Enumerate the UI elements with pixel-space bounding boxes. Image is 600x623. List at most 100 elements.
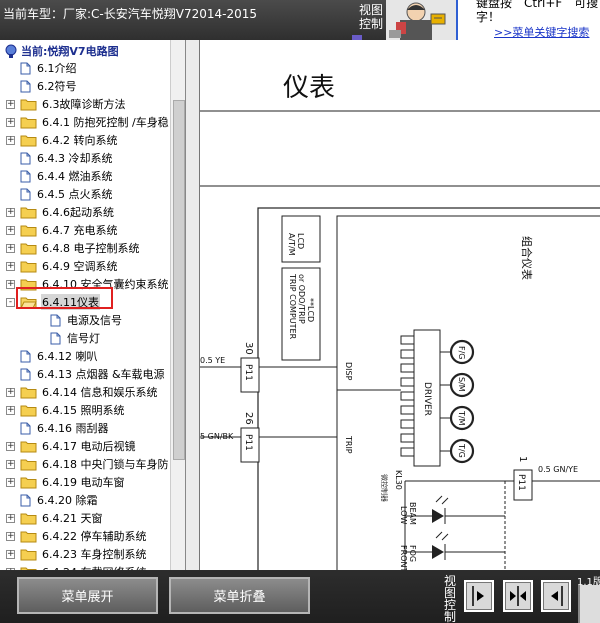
gauge-speed: S/M (449, 372, 475, 398)
folder-icon (20, 531, 37, 542)
tree-item-label: 6.4.15 照明系统 (42, 404, 125, 417)
tree-item[interactable]: 6.4.12 喇叭 (6, 347, 98, 365)
tree-item[interactable]: 6.4.20 除霜 (6, 491, 98, 509)
tree-item[interactable]: 6.1介绍 (6, 59, 78, 77)
tree-item[interactable]: 6.4.4 燃油系统 (6, 167, 114, 185)
tree-item-label: 6.2符号 (37, 80, 77, 93)
tree-item[interactable]: 电源及信号 (36, 311, 123, 329)
tree-item[interactable]: 信号灯 (36, 329, 101, 347)
view-split-button[interactable] (503, 580, 533, 612)
menu-tree[interactable]: 当前:悦翔V7电路图 6.1介绍 6.2符号 +6.3故障诊断方法 +6.4.1 防抱… (0, 40, 186, 570)
document-icon (20, 80, 31, 92)
expand-toggle-icon[interactable]: + (6, 207, 15, 217)
diagram-title: 仪表 (283, 73, 335, 103)
view-control-toggle[interactable]: 视图控制 (356, 3, 386, 31)
expand-menu-button[interactable]: 菜单展开 (17, 577, 158, 614)
tree-item[interactable]: +6.4.14 信息和娱乐系统 (6, 383, 158, 401)
svg-text:T/G: T/G (457, 443, 466, 458)
expand-toggle-icon[interactable]: + (6, 405, 15, 415)
split-arrows-icon (510, 586, 526, 606)
tree-item[interactable]: 6.2符号 (6, 77, 78, 95)
tree-item[interactable]: +6.4.8 电子控制系统 (6, 239, 141, 257)
tree-item-label: 6.4.16 雨刮器 (37, 422, 109, 435)
tree-item-label: 6.4.1 防抱死控制 /车身稳 (42, 116, 169, 129)
menu-keyword-search-link[interactable]: >>菜单关键字搜索 (494, 24, 589, 40)
expand-toggle-icon[interactable]: + (6, 477, 15, 487)
pin-number-30: 30 (243, 342, 254, 355)
tree-item[interactable]: +6.4.9 空调系统 (6, 257, 119, 275)
tree-item[interactable]: +6.4.17 电动后视镜 (6, 437, 136, 455)
tree-item-label: 6.4.9 空调系统 (42, 260, 118, 273)
document-icon (20, 170, 31, 182)
lcd-atm-line1: LCD (296, 233, 305, 249)
tree-item-label: 6.4.5 点火系统 (37, 188, 113, 201)
low-beam-led-icon (405, 495, 505, 524)
folder-icon (20, 441, 37, 452)
folder-icon (20, 459, 37, 470)
view-left-button[interactable] (464, 580, 494, 612)
folder-icon (20, 243, 37, 254)
driver-label: DRIVER (422, 382, 432, 416)
wire-label-c: 0.5 GN/YE (538, 465, 578, 474)
wiring-diagram-sheet: 仪表 组合仪表 LCD A/T/M **LCD or ODO/TRIP TRIP… (199, 40, 600, 570)
expand-toggle-icon[interactable]: + (6, 261, 15, 271)
document-icon (20, 188, 31, 200)
tree-item[interactable]: +6.4.24 车载网络系统 (6, 563, 147, 570)
collapse-toggle-icon[interactable]: - (6, 297, 15, 307)
tree-item[interactable]: 6.4.13 点烟器 &车载电源 (6, 365, 166, 383)
expand-toggle-icon[interactable]: + (6, 531, 15, 541)
collapse-menu-button[interactable]: 菜单折叠 (169, 577, 310, 614)
tree-item-label: 6.4.8 电子控制系统 (42, 242, 140, 255)
tree-root[interactable]: 当前:悦翔V7电路图 (4, 43, 119, 59)
front-fog-led-icon (405, 531, 505, 560)
tree-item[interactable]: 6.4.5 点火系统 (6, 185, 114, 203)
expand-toggle-icon[interactable]: + (6, 459, 15, 469)
kl30-label: KL30 (394, 470, 403, 490)
tree-item[interactable]: 6.4.16 雨刮器 (6, 419, 109, 437)
tree-scroll-thumb[interactable] (173, 100, 185, 460)
tree-item-label: 6.4.18 中央门锁与车身防 (42, 458, 169, 471)
tree-item-label: 电源及信号 (67, 314, 122, 327)
expand-toggle-icon[interactable]: + (6, 135, 15, 145)
expand-toggle-icon[interactable]: + (6, 513, 15, 523)
svg-text:S/M: S/M (457, 377, 466, 392)
tree-item[interactable]: +6.4.19 电动车窗 (6, 473, 125, 491)
tree-item[interactable]: +6.3故障诊断方法 (6, 95, 127, 113)
expand-toggle-icon[interactable]: + (6, 243, 15, 253)
tree-item[interactable]: +6.4.21 天窗 (6, 509, 103, 527)
tree-item[interactable]: +6.4.6起动系统 (6, 203, 115, 221)
expand-toggle-icon[interactable]: + (6, 549, 15, 559)
car-icon (5, 44, 17, 58)
expand-toggle-icon[interactable]: + (6, 117, 15, 127)
tree-item[interactable]: +6.4.23 车身控制系统 (6, 545, 147, 563)
folder-icon (20, 477, 37, 488)
tree-item[interactable]: 6.4.3 冷却系统 (6, 149, 114, 167)
tree-item-label: 6.4.4 燃油系统 (37, 170, 113, 183)
expand-toggle-icon[interactable]: + (6, 225, 15, 235)
expand-toggle-icon[interactable]: + (6, 441, 15, 451)
tree-item-label: 6.4.23 车身控制系统 (42, 548, 147, 561)
tree-scrollbar[interactable] (170, 40, 185, 570)
diagram-viewer[interactable]: 仪表 组合仪表 LCD A/T/M **LCD or ODO/TRIP TRIP… (186, 40, 600, 570)
tree-item[interactable]: +6.4.22 停车辅助系统 (6, 527, 147, 545)
tree-item-label: 6.4.3 冷却系统 (37, 152, 113, 165)
view-right-button[interactable] (541, 580, 571, 612)
wire-label-a: 0.5 YE (200, 356, 225, 365)
cluster-group-label: 组合仪表 (520, 236, 534, 280)
tree-item[interactable]: +6.4.15 照明系统 (6, 401, 125, 419)
folder-icon (20, 261, 37, 272)
tree-item[interactable]: +6.4.7 充电系统 (6, 221, 119, 239)
expand-toggle-icon[interactable]: + (6, 279, 15, 289)
gauge-temp: T/G (449, 438, 475, 464)
expand-toggle-icon[interactable]: + (6, 387, 15, 397)
search-hint-box: 键盘按 Ctrl+F 可搜 字！ >>菜单关键字搜索 (456, 0, 600, 40)
folder-icon (20, 549, 37, 560)
tree-item[interactable]: +6.4.18 中央门锁与车身防 (6, 455, 169, 473)
lcd-atm-label: LCD A/T/M (287, 233, 305, 256)
tree-item[interactable]: +6.4.2 转向系统 (6, 131, 119, 149)
tree-item-label: 6.1介绍 (37, 62, 77, 75)
expand-toggle-icon[interactable]: + (6, 99, 15, 109)
mascot-image (386, 0, 456, 40)
tree-item-label: 6.4.22 停车辅助系统 (42, 530, 147, 543)
tree-item[interactable]: +6.4.1 防抱死控制 /车身稳 (6, 113, 170, 131)
